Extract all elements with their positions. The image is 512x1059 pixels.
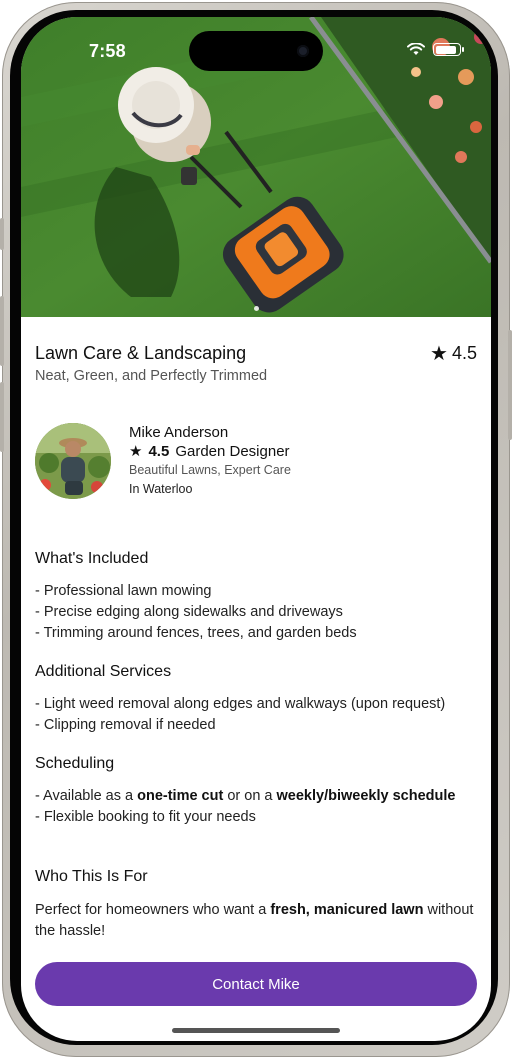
title-row: Lawn Care & Landscaping ★ 4.5 <box>35 343 477 369</box>
battery-icon <box>433 43 464 56</box>
hero-image[interactable]: 7:58 <box>21 17 491 317</box>
provider-card[interactable]: Mike Anderson ★ 4.5 Garden Designer Beau… <box>35 423 477 503</box>
provider-tagline: Beautiful Lawns, Expert Care <box>129 463 291 477</box>
section-body-additional: - Light weed removal along edges and wal… <box>35 694 477 736</box>
provider-rating-row: ★ 4.5 Garden Designer <box>129 442 291 461</box>
wifi-icon <box>407 43 425 55</box>
list-item: - Available as a one-time cut or on a we… <box>35 788 456 804</box>
provider-location: In Waterloo <box>129 482 193 496</box>
listing-title: Lawn Care & Landscaping <box>35 343 247 363</box>
section-heading-additional: Additional Services <box>35 663 172 680</box>
list-item: - Light weed removal along edges and wal… <box>35 696 446 712</box>
listing-subtitle: Neat, Green, and Perfectly Trimmed <box>35 368 268 384</box>
section-heading-scheduling: Scheduling <box>35 755 115 772</box>
section-body-scheduling: - Available as a one-time cut or on a we… <box>35 786 477 828</box>
list-item: - Clipping removal if needed <box>35 717 216 733</box>
side-button-volume-up <box>0 296 4 366</box>
status-time: 7:58 <box>89 41 126 61</box>
dynamic-island <box>189 31 323 71</box>
list-item: - Professional lawn mowing <box>35 583 212 599</box>
camera-icon <box>297 45 309 57</box>
section-heading-included: What's Included <box>35 550 149 567</box>
image-page-indicator <box>254 306 259 311</box>
status-icons <box>407 43 464 56</box>
star-icon: ★ <box>430 342 448 365</box>
list-item: - Flexible booking to fit your needs <box>35 809 256 825</box>
star-icon: ★ <box>129 443 143 460</box>
provider-role: Garden Designer <box>175 443 290 460</box>
provider-rating: 4.5 <box>148 443 170 460</box>
listing-rating: ★ 4.5 <box>430 343 477 364</box>
side-button-power <box>508 330 512 440</box>
provider-photo <box>35 423 111 499</box>
home-indicator[interactable] <box>172 1028 340 1033</box>
side-button-action <box>0 218 4 250</box>
avatar[interactable] <box>35 423 111 499</box>
side-button-volume-down <box>0 382 4 452</box>
contact-button[interactable]: Contact Mike <box>35 962 477 1006</box>
list-item: - Trimming around fences, trees, and gar… <box>35 625 357 641</box>
section-body-included: - Professional lawn mowing - Precise edg… <box>35 581 477 644</box>
provider-name: Mike Anderson <box>129 424 229 441</box>
listing-rating-value: 4.5 <box>451 343 477 363</box>
list-item: - Precise edging along sidewalks and dri… <box>35 604 343 620</box>
provider-info: Mike Anderson ★ 4.5 Garden Designer Beau… <box>129 423 291 499</box>
section-body-audience: Perfect for homeowners who want a fresh,… <box>35 902 474 939</box>
screen: 7:58 Lawn Care & Landscaping ★ 4.5 Neat,… <box>21 17 491 1041</box>
section-heading-audience: Who This Is For <box>35 868 148 885</box>
